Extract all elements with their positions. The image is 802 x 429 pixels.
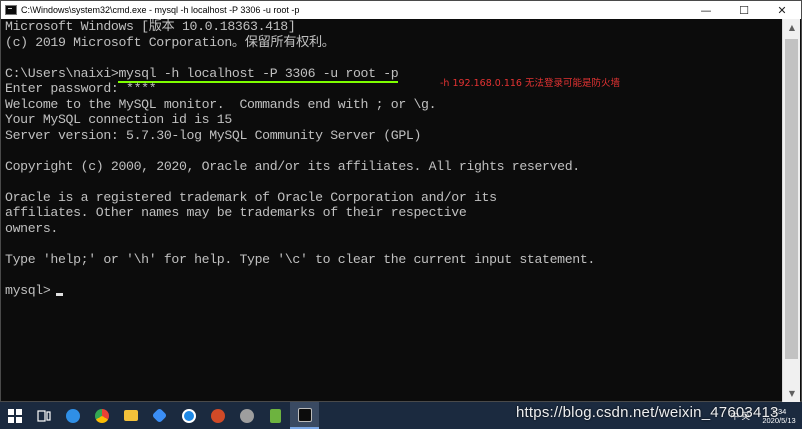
powerpoint-icon[interactable] — [203, 402, 232, 429]
text-cursor — [56, 292, 64, 296]
console-line: Enter password: **** — [5, 81, 157, 96]
file-explorer-icon[interactable] — [116, 402, 145, 429]
console-line: (c) 2019 Microsoft Corporation。保留所有权利。 — [5, 34, 335, 50]
console-line: Type 'help;' or '\h' for help. Type '\c'… — [5, 251, 595, 267]
task-view-icon[interactable] — [29, 402, 58, 429]
windows-start-icon[interactable] — [0, 402, 29, 429]
wechat-icon[interactable] — [232, 402, 261, 429]
annotation-note: -h 192.168.0.116 无法登录可能是防火墙 — [440, 78, 620, 89]
cmd-window: C:\Windows\system32\cmd.exe - mysql -h l… — [0, 0, 802, 402]
window-title: C:\Windows\system32\cmd.exe - mysql -h l… — [21, 5, 300, 15]
console-line: owners. — [5, 220, 58, 236]
notepad-icon[interactable] — [261, 402, 290, 429]
mysql-command: mysql -h localhost -P 3306 -u root -p — [118, 65, 399, 83]
feishu-icon[interactable] — [174, 402, 203, 429]
maximize-button[interactable]: ☐ — [725, 1, 763, 19]
cmd-icon[interactable] — [290, 402, 319, 429]
mysql-prompt-line[interactable]: mysql> — [5, 283, 780, 299]
vertical-scrollbar[interactable]: ▲ ▼ — [782, 19, 800, 402]
console-line: Server version: 5.7.30-log MySQL Communi… — [5, 127, 422, 143]
console-line: Oracle is a registered trademark of Orac… — [5, 189, 497, 205]
minimize-button[interactable]: — — [687, 1, 725, 19]
cmd-icon — [5, 5, 17, 15]
watermark: https://blog.csdn.net/weixin_47603413 — [516, 404, 779, 421]
mysql-prompt: mysql> — [5, 282, 51, 298]
scroll-thumb[interactable] — [785, 39, 798, 359]
scroll-down-icon[interactable]: ▼ — [783, 385, 801, 402]
prompt-path: C:\Users\naixi> — [5, 65, 119, 81]
console-output[interactable]: Microsoft Windows [版本 10.0.18363.418] (c… — [5, 19, 780, 402]
console-line: Copyright (c) 2000, 2020, Oracle and/or … — [5, 158, 580, 174]
title-bar[interactable]: C:\Windows\system32\cmd.exe - mysql -h l… — [1, 1, 801, 19]
console-line: Microsoft Windows [版本 10.0.18363.418] — [5, 19, 296, 34]
console-line: Your MySQL connection id is 15 — [5, 112, 232, 127]
window-controls: — ☐ ✕ — [687, 1, 801, 19]
close-button[interactable]: ✕ — [763, 1, 801, 19]
chrome-icon[interactable] — [87, 402, 116, 429]
scroll-up-icon[interactable]: ▲ — [783, 19, 801, 36]
edge-icon[interactable] — [58, 402, 87, 429]
command-line: C:\Users\naixi>mysql -h localhost -P 330… — [5, 65, 780, 83]
app-icon[interactable] — [145, 402, 174, 429]
console-line: Welcome to the MySQL monitor. Commands e… — [5, 96, 437, 112]
console-line: affiliates. Other names may be trademark… — [5, 205, 467, 220]
